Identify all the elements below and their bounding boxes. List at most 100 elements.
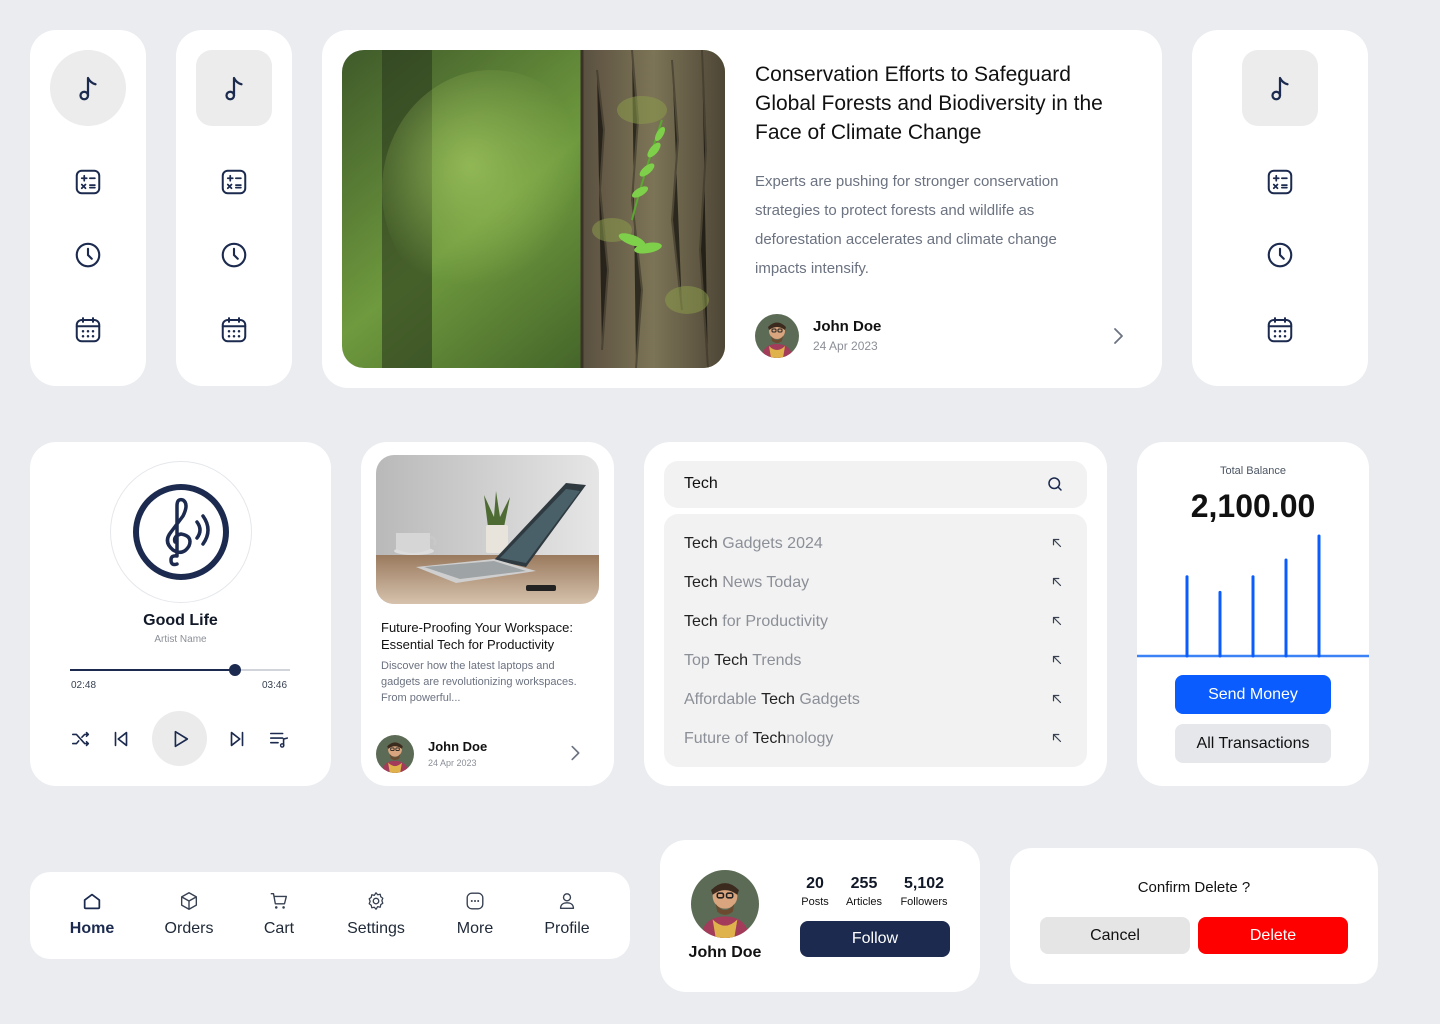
suggestion-prefix: Future of	[684, 729, 753, 747]
stat-followers: 5,102 Followers	[896, 875, 952, 908]
profile-card: John Doe 20 Posts 255 Articles 5,102 Fol…	[660, 840, 980, 992]
suggestion-item[interactable]: Future of Tech nology	[684, 719, 1064, 758]
stat-value: 20	[806, 875, 824, 892]
suggestion-match: Tech	[714, 651, 749, 669]
search-icon[interactable]	[1046, 475, 1064, 493]
cancel-button[interactable]: Cancel	[1040, 917, 1190, 954]
nav-label: Profile	[544, 920, 590, 937]
suggestion-item[interactable]: Tech Gadgets 2024	[684, 524, 1064, 563]
search-input[interactable]: Tech	[684, 475, 718, 493]
stat-value: 255	[850, 875, 878, 892]
gear-icon	[368, 892, 384, 910]
author-name: John Doe	[428, 739, 488, 754]
calculator-icon[interactable]	[219, 167, 249, 197]
nav-label: Cart	[263, 920, 295, 937]
nav-item-more[interactable]: More	[435, 890, 515, 938]
article-title[interactable]: Future-Proofing Your Workspace: Essentia…	[381, 619, 603, 653]
more-icon	[466, 892, 484, 910]
suggestion-item[interactable]: Tech for Productivity	[684, 602, 1064, 641]
icon-sidebar-2	[176, 30, 292, 386]
article-date: 24 Apr 2023	[813, 339, 878, 353]
stat-label: Followers	[900, 896, 948, 908]
nav-label: Settings	[347, 920, 405, 937]
icon-sidebar-1	[30, 30, 146, 386]
play-button[interactable]	[152, 711, 207, 766]
calendar-icon[interactable]	[73, 315, 103, 345]
delete-button[interactable]: Delete	[1198, 917, 1348, 954]
balance-label: Total Balance	[1219, 465, 1287, 477]
suggestion-item[interactable]: Tech News Today	[684, 563, 1064, 602]
article-title[interactable]: Conservation Efforts to Safeguard Global…	[755, 60, 1135, 147]
play-icon	[174, 730, 188, 747]
nav-item-settings[interactable]: Settings	[336, 890, 416, 938]
article-date: 24 Apr 2023	[428, 758, 477, 768]
article-card-large[interactable]: Conservation Efforts to Safeguard Global…	[322, 30, 1162, 388]
music-note-icon[interactable]	[196, 50, 272, 126]
balance-amount: 2,100.00	[1190, 488, 1316, 524]
bottom-navigation: Home Orders Cart Settings More Profile	[30, 872, 630, 959]
article-image-laptop	[376, 455, 599, 604]
author-avatar	[376, 735, 414, 773]
arrow-up-left-icon[interactable]	[1050, 614, 1064, 628]
suggestion-list: Tech Gadgets 2024 Tech News Today Tech f…	[664, 514, 1087, 767]
nav-label: Home	[69, 920, 115, 937]
suggestion-prefix: Top	[684, 651, 715, 669]
calendar-icon[interactable]	[1265, 315, 1295, 345]
nav-label: More	[456, 920, 494, 937]
arrow-up-left-icon[interactable]	[1050, 731, 1064, 745]
article-card-small[interactable]: Future-Proofing Your Workspace: Essentia…	[361, 442, 614, 786]
profile-avatar	[691, 870, 759, 938]
calendar-icon[interactable]	[219, 315, 249, 345]
progress-track[interactable]	[70, 664, 290, 676]
total-time: 03:46	[262, 680, 288, 691]
clock-icon[interactable]	[219, 240, 249, 270]
chevron-right-icon[interactable]	[564, 742, 586, 764]
follow-button[interactable]: Follow	[800, 921, 950, 957]
skip-next-icon[interactable]	[226, 728, 248, 750]
confirm-delete-dialog: Confirm Delete ? Cancel Delete	[1010, 848, 1378, 984]
arrow-up-left-icon[interactable]	[1050, 692, 1064, 706]
arrow-up-left-icon[interactable]	[1050, 575, 1064, 589]
nav-item-profile[interactable]: Profile	[527, 890, 607, 938]
suggestion-rest: News Today	[717, 573, 810, 591]
elapsed-time: 02:48	[71, 680, 97, 691]
suggestion-rest: Trends	[748, 651, 802, 669]
clock-icon[interactable]	[73, 240, 103, 270]
user-icon	[559, 893, 575, 910]
suggestion-rest: nology	[786, 729, 834, 747]
stat-label: Posts	[801, 896, 829, 908]
suggestion-prefix: Affordable	[684, 690, 762, 708]
skip-previous-icon[interactable]	[110, 728, 132, 750]
suggestion-match: Tech	[752, 729, 787, 747]
arrow-up-left-icon[interactable]	[1050, 536, 1064, 550]
playlist-icon[interactable]	[268, 728, 290, 750]
cart-icon	[270, 892, 288, 909]
shuffle-icon[interactable]	[70, 728, 92, 750]
nav-item-home[interactable]: Home	[52, 890, 132, 938]
article-description: Discover how the latest laptops and gadg…	[381, 660, 577, 704]
all-transactions-button[interactable]: All Transactions	[1175, 724, 1331, 763]
suggestion-match: Tech	[761, 690, 795, 708]
clock-icon[interactable]	[1265, 240, 1295, 270]
send-money-button[interactable]: Send Money	[1175, 675, 1331, 714]
progress-fill	[70, 669, 235, 671]
suggestion-item[interactable]: Affordable Tech Gadgets	[684, 680, 1064, 719]
nav-item-cart[interactable]: Cart	[239, 890, 319, 938]
arrow-up-left-icon[interactable]	[1050, 653, 1064, 667]
article-image-forest	[342, 50, 725, 368]
author-name: John Doe	[813, 318, 882, 335]
calculator-icon[interactable]	[73, 167, 103, 197]
nav-item-orders[interactable]: Orders	[149, 890, 229, 938]
music-note-icon[interactable]	[50, 50, 126, 126]
album-art	[110, 461, 252, 603]
stat-articles: 255 Articles	[840, 875, 888, 908]
calculator-icon[interactable]	[1265, 167, 1295, 197]
search-bar[interactable]: Tech	[664, 461, 1087, 508]
music-note-icon[interactable]	[1242, 50, 1318, 126]
home-icon	[83, 893, 101, 910]
progress-knob[interactable]	[229, 664, 241, 676]
song-title: Good Life	[143, 612, 218, 629]
stat-posts: 20 Posts	[795, 875, 835, 908]
suggestion-item[interactable]: Top Tech Trends	[684, 641, 1064, 680]
chevron-right-icon[interactable]	[1106, 324, 1130, 348]
